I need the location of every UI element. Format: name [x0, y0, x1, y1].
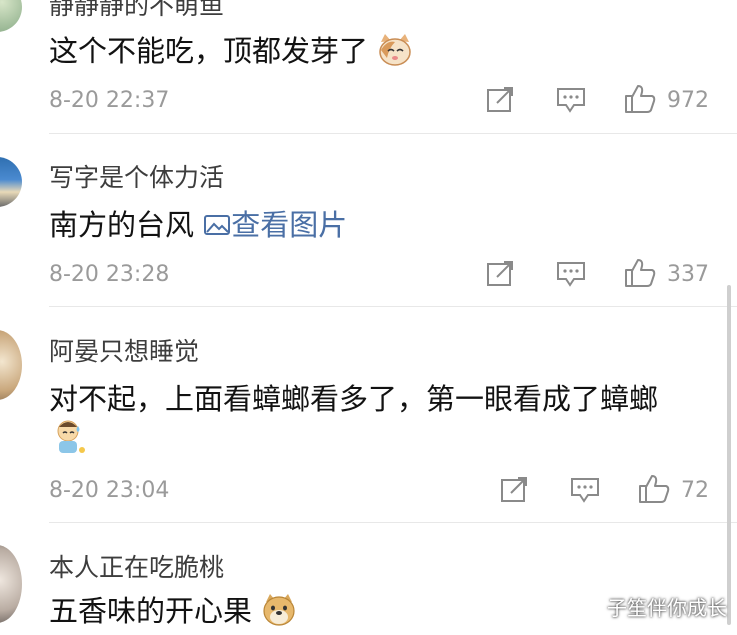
reply-icon[interactable]	[570, 476, 600, 508]
view-picture-link[interactable]: 查看图片	[203, 208, 347, 242]
scrollbar[interactable]	[727, 285, 731, 625]
doge-emoji	[261, 592, 297, 635]
picture-icon	[203, 210, 231, 244]
comment-text: 南方的台风 查看图片	[49, 202, 347, 244]
comment-time: 8-20 23:28	[49, 262, 170, 287]
share-icon[interactable]	[500, 476, 530, 508]
like-count: 972	[667, 88, 709, 113]
share-icon[interactable]	[486, 260, 516, 292]
comment-time: 8-20 23:04	[49, 478, 170, 503]
like-icon[interactable]	[624, 258, 656, 292]
comment-text: 这个不能吃，顶都发芽了	[49, 28, 413, 75]
comment-username[interactable]: 静静静的不萌鱼	[49, 0, 224, 22]
view-picture-label: 查看图片	[231, 208, 348, 242]
comment-username[interactable]: 本人正在吃脆桃	[49, 548, 224, 584]
comment-text-content: 南方的台风	[49, 208, 195, 242]
divider	[49, 522, 737, 523]
comment-username[interactable]: 写字是个体力活	[49, 158, 224, 194]
comment-username[interactable]: 阿晏只想睡觉	[49, 332, 199, 368]
cat-face-emoji	[377, 32, 413, 75]
watermark: 子笙伴你成长	[607, 596, 727, 620]
avatar[interactable]	[0, 545, 22, 623]
comment-text-content: 这个不能吃，顶都发芽了	[49, 34, 369, 68]
like-count: 337	[667, 262, 709, 287]
comment-text: 五香味的开心果	[49, 588, 297, 635]
divider	[49, 133, 737, 134]
comment-time: 8-20 22:37	[49, 88, 170, 113]
avatar[interactable]	[0, 330, 22, 400]
avatar[interactable]	[0, 0, 22, 32]
comment-text-content: 五香味的开心果	[49, 594, 253, 628]
reply-icon[interactable]	[556, 260, 586, 292]
like-icon[interactable]	[638, 474, 670, 508]
like-count: 72	[681, 478, 709, 503]
comment-text: 对不起，上面看蟑螂看多了，第一眼看成了蟑螂	[49, 376, 658, 418]
divider	[49, 306, 737, 307]
avatar[interactable]	[0, 157, 22, 207]
kid-sweat-emoji	[52, 418, 88, 460]
reply-icon[interactable]	[556, 86, 586, 118]
like-icon[interactable]	[624, 84, 656, 118]
share-icon[interactable]	[486, 86, 516, 118]
comment-text-content: 对不起，上面看蟑螂看多了，第一眼看成了蟑螂	[49, 382, 659, 416]
